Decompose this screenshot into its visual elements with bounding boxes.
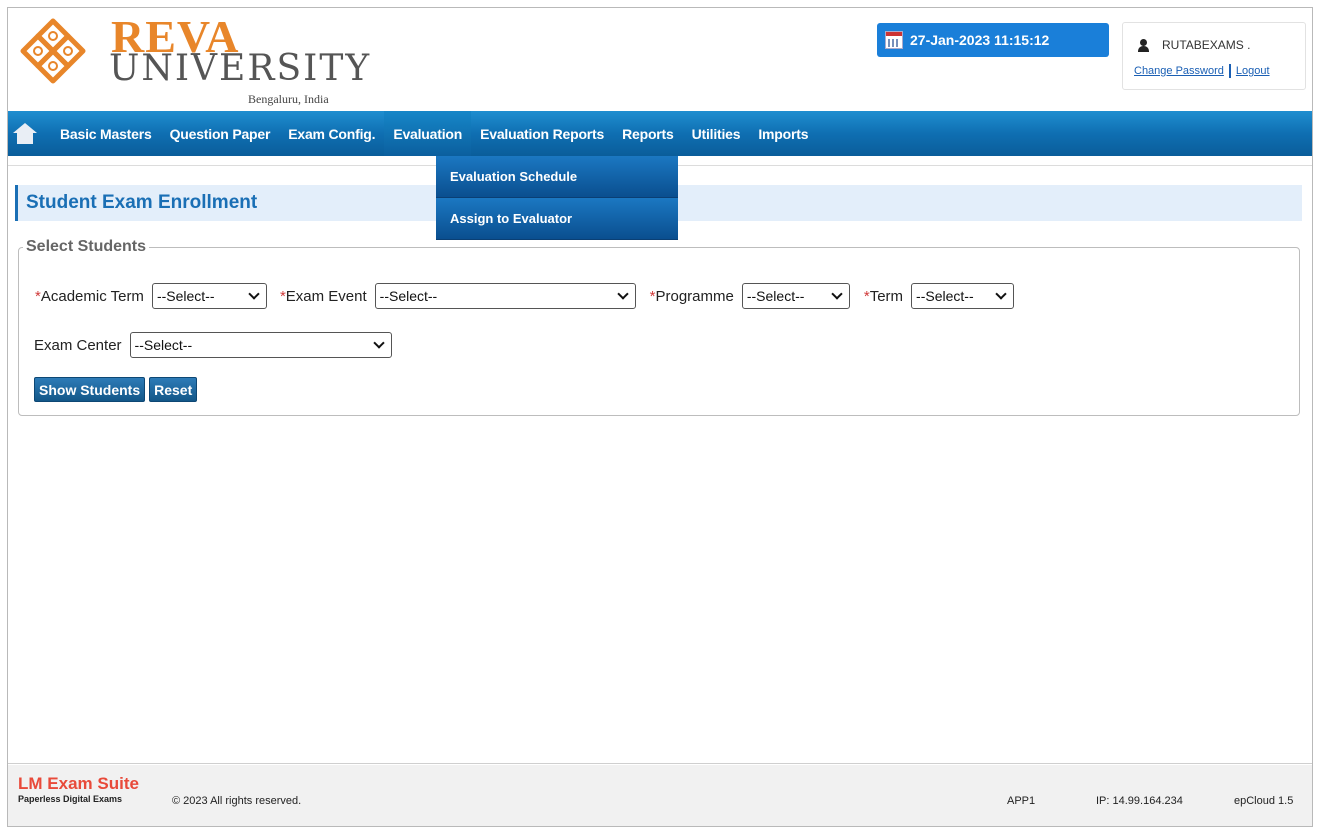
- user-info: RUTABEXAMS .: [1137, 38, 1250, 52]
- footer: LM Exam Suite Paperless Digital Exams © …: [8, 765, 1312, 826]
- menu-item-assign-to-evaluator[interactable]: Assign to Evaluator: [436, 198, 678, 240]
- datetime-text: 27-Jan-2023 11:15:12: [910, 32, 1050, 48]
- exam-center-value: --Select--: [134, 337, 193, 353]
- filter-row-1: * Academic Term --Select-- * Exam Event …: [35, 283, 1015, 309]
- chevron-down-icon: [248, 288, 260, 300]
- username: RUTABEXAMS .: [1162, 38, 1251, 52]
- reva-logo-icon: [20, 18, 86, 84]
- term-label: Term: [869, 287, 904, 305]
- chevron-down-icon: [831, 288, 843, 300]
- exam-event-select[interactable]: --Select--: [374, 283, 636, 309]
- chevron-down-icon: [616, 288, 629, 300]
- menu-item-evaluation-schedule[interactable]: Evaluation Schedule: [436, 156, 678, 198]
- exam-event-label: Exam Event: [285, 287, 367, 305]
- nav-utilities[interactable]: Utilities: [683, 111, 750, 156]
- nav-basic-masters[interactable]: Basic Masters: [51, 111, 161, 156]
- ip-address: IP: 14.99.164.234: [1096, 795, 1183, 807]
- academic-term-select[interactable]: --Select--: [151, 283, 267, 309]
- evaluation-dropdown-menu: Evaluation Schedule Assign to Evaluator: [436, 156, 678, 240]
- user-panel: RUTABEXAMS . Change Password Logout: [1122, 22, 1306, 90]
- link-separator: [1228, 64, 1231, 78]
- programme-value: --Select--: [746, 288, 805, 304]
- show-students-button[interactable]: Show Students: [34, 377, 146, 402]
- brand-location: Bengaluru, India: [248, 92, 329, 106]
- logout-link[interactable]: Logout: [1236, 65, 1270, 77]
- programme-select[interactable]: --Select--: [741, 283, 850, 309]
- chevron-down-icon: [372, 337, 385, 349]
- exam-center-label: Exam Center: [34, 336, 122, 354]
- nav-evaluation[interactable]: Evaluation: [384, 111, 472, 156]
- version-label: epCloud 1.5: [1234, 795, 1294, 807]
- brand-subtitle: UNIVERSITY: [109, 48, 372, 89]
- nav-reports[interactable]: Reports: [613, 111, 683, 156]
- academic-term-label: Academic Term: [40, 287, 144, 305]
- main-nav: Basic Masters Question Paper Exam Config…: [8, 111, 1312, 156]
- exam-center-select[interactable]: --Select--: [129, 332, 392, 358]
- calendar-icon: [885, 31, 903, 49]
- footer-brand-name: Exam Suite: [47, 774, 139, 793]
- filter-row-2: Exam Center --Select--: [34, 332, 392, 358]
- header: REVA UNIVERSITY Bengaluru, India 27-Jan-…: [8, 8, 1312, 111]
- term-select[interactable]: --Select--: [911, 283, 1015, 309]
- section-title: Select Students: [26, 238, 147, 255]
- nav-imports[interactable]: Imports: [749, 111, 817, 156]
- datetime-badge: 27-Jan-2023 11:15:12: [877, 23, 1109, 57]
- reset-button[interactable]: Reset: [149, 377, 198, 402]
- programme-label: Programme: [655, 287, 734, 305]
- lm-exam-suite-logo: LM Exam Suite Paperless Digital Exams: [18, 774, 139, 804]
- footer-brand: LM Exam Suite: [18, 774, 139, 794]
- academic-term-value: --Select--: [156, 288, 215, 304]
- nav-exam-config[interactable]: Exam Config.: [279, 111, 384, 156]
- change-password-link[interactable]: Change Password: [1134, 65, 1224, 77]
- nav-question-paper[interactable]: Question Paper: [161, 111, 280, 156]
- nav-evaluation-reports[interactable]: Evaluation Reports: [471, 111, 613, 156]
- exam-event-value: --Select--: [379, 288, 438, 304]
- copyright-text: © 2023 All rights reserved.: [172, 795, 302, 807]
- user-links: Change Password Logout: [1134, 64, 1270, 78]
- footer-brand-prefix: LM: [18, 774, 43, 793]
- app-frame: REVA UNIVERSITY Bengaluru, India 27-Jan-…: [7, 7, 1313, 827]
- main-content: Student Exam Enrollment Select Students …: [8, 165, 1312, 764]
- app-server-label: APP1: [1007, 795, 1036, 807]
- home-icon[interactable]: [13, 122, 37, 145]
- action-buttons: Show Students Reset: [34, 377, 198, 402]
- chevron-down-icon: [995, 288, 1007, 300]
- user-icon: [1137, 38, 1150, 52]
- select-students-panel: Select Students: [18, 238, 1300, 416]
- footer-tagline: Paperless Digital Exams: [18, 794, 123, 804]
- term-value: --Select--: [916, 288, 974, 304]
